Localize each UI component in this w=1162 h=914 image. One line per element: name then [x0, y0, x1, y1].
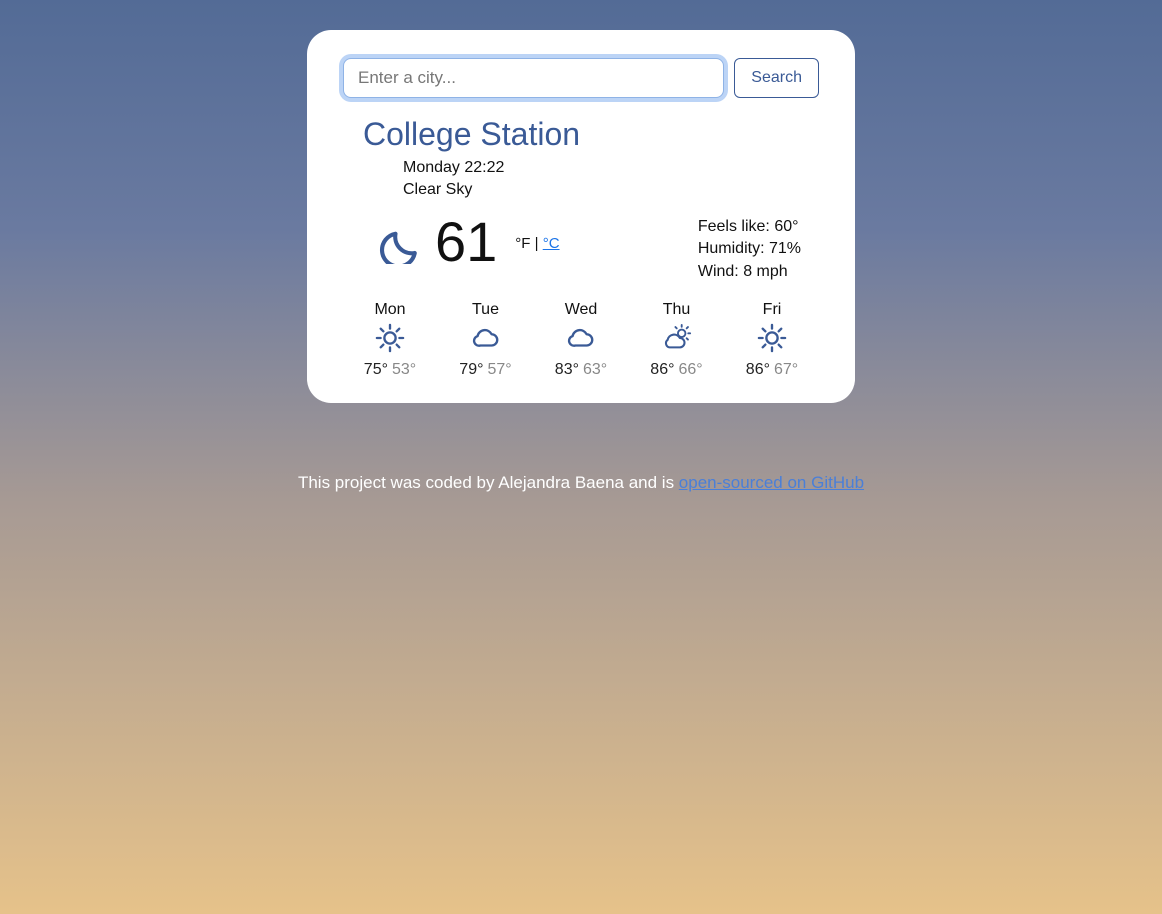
forecast-day-name: Tue: [443, 301, 529, 319]
city-name: College Station: [363, 116, 819, 153]
unit-celsius-link[interactable]: °C: [543, 235, 560, 252]
current-condition: Clear Sky: [403, 179, 819, 201]
forecast-temps: 86°67°: [729, 361, 815, 379]
forecast-day: Wed 83°63°: [538, 301, 624, 379]
sun-icon: [375, 323, 405, 353]
current-datetime: Monday 22:22: [403, 157, 819, 179]
forecast-day-name: Fri: [729, 301, 815, 319]
weather-details: Feels like: 60° Humidity: 71% Wind: 8 mp…: [698, 214, 819, 283]
wind-row: Wind: 8 mph: [698, 261, 801, 283]
forecast-temps: 79° 57°: [443, 361, 529, 379]
wind-value: 8 mph: [743, 263, 787, 280]
forecast-hi: 75°: [364, 361, 388, 378]
github-link[interactable]: open-sourced on GitHub: [679, 473, 864, 492]
cloud-icon: [471, 323, 501, 353]
feels-like-value: 60°: [774, 218, 798, 235]
sun-icon: [757, 323, 787, 353]
forecast-lo: 67°: [774, 361, 798, 378]
forecast-row: Mon 75°53° Tue 79° 57° Wed 83°63° Thu 86°…: [343, 301, 819, 379]
forecast-day-name: Wed: [538, 301, 624, 319]
feels-like-label: Feels like:: [698, 218, 774, 235]
humidity-label: Humidity:: [698, 240, 769, 257]
forecast-day: Mon 75°53°: [347, 301, 433, 379]
forecast-hi: 86°: [650, 361, 674, 378]
current-temp-block: 61 °F | °C: [379, 214, 560, 270]
cloud-icon: [566, 323, 596, 353]
forecast-hi: 83°: [555, 361, 579, 378]
moon-icon: [379, 220, 423, 264]
footer-prefix: This project was coded by Alejandra Baen…: [298, 473, 679, 492]
forecast-temps: 83°63°: [538, 361, 624, 379]
search-button[interactable]: Search: [734, 58, 819, 98]
humidity-row: Humidity: 71%: [698, 238, 801, 260]
wind-label: Wind:: [698, 263, 743, 280]
unit-fahrenheit: °F: [515, 235, 530, 252]
forecast-day: Tue 79° 57°: [443, 301, 529, 379]
forecast-temps: 75°53°: [347, 361, 433, 379]
feels-like-row: Feels like: 60°: [698, 216, 801, 238]
partly-sunny-icon: [662, 323, 692, 353]
forecast-temps: 86° 66°: [634, 361, 720, 379]
forecast-day-name: Mon: [347, 301, 433, 319]
unit-toggle: °F | °C: [515, 235, 559, 252]
forecast-lo: 63°: [583, 361, 607, 378]
search-row: Search: [343, 58, 819, 98]
forecast-lo: 66°: [679, 361, 703, 378]
forecast-hi: 86°: [746, 361, 770, 378]
date-condition-block: Monday 22:22 Clear Sky: [403, 157, 819, 202]
forecast-day-name: Thu: [634, 301, 720, 319]
forecast-day: Thu 86° 66°: [634, 301, 720, 379]
unit-separator: |: [530, 235, 542, 252]
forecast-lo: 53°: [392, 361, 416, 378]
footer-text: This project was coded by Alejandra Baen…: [298, 473, 864, 493]
forecast-day: Fri 86°67°: [729, 301, 815, 379]
forecast-hi: 79°: [459, 361, 483, 378]
city-search-input[interactable]: [343, 58, 724, 98]
current-weather-row: 61 °F | °C Feels like: 60° Humidity: 71%…: [343, 214, 819, 283]
humidity-value: 71%: [769, 240, 801, 257]
current-temperature: 61: [435, 214, 497, 270]
weather-card: Search College Station Monday 22:22 Clea…: [307, 30, 855, 403]
forecast-lo: 57°: [488, 361, 512, 378]
